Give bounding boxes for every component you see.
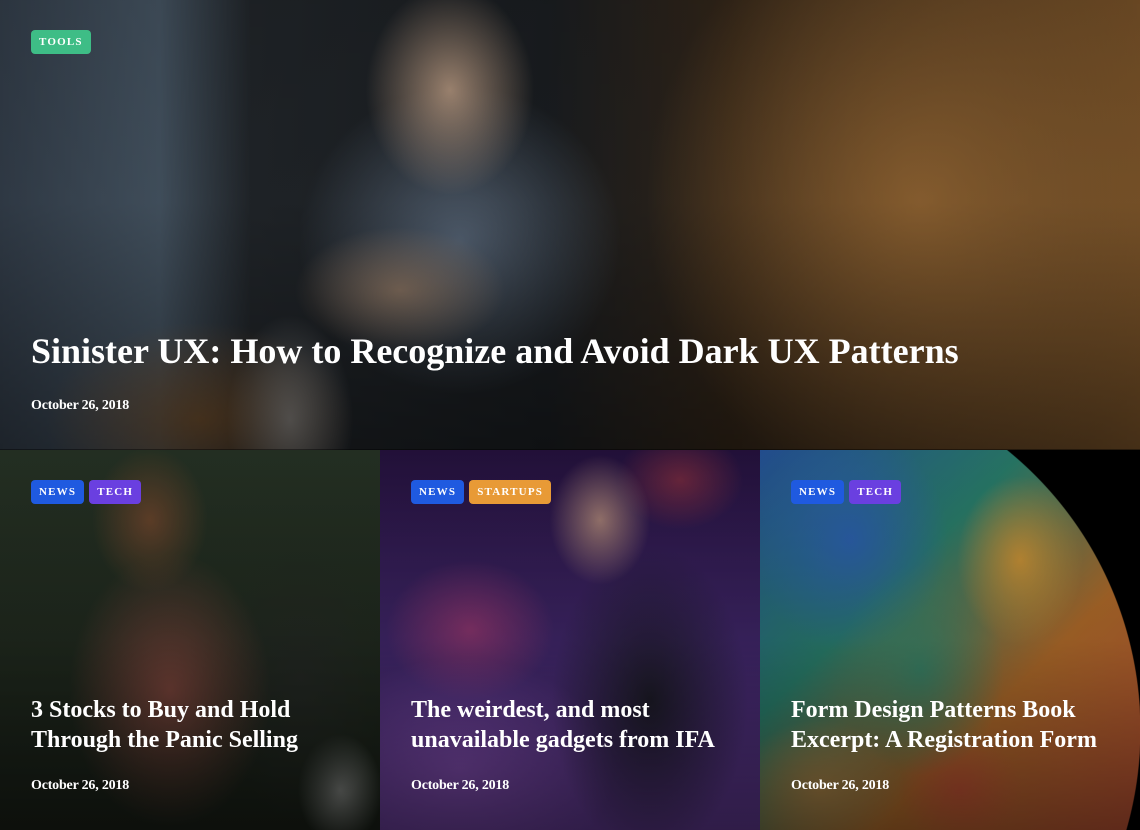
post-card[interactable]: NEWS TECH 3 Stocks to Buy and Hold Throu… — [0, 450, 380, 830]
tag-news[interactable]: NEWS — [791, 480, 845, 504]
post-title[interactable]: The weirdest, and most unavailable gadge… — [411, 695, 730, 755]
post-date: October 26, 2018 — [411, 778, 510, 793]
post-date: October 26, 2018 — [31, 398, 130, 413]
image-overlay — [380, 450, 760, 830]
image-overlay — [0, 0, 1140, 450]
post-tags: NEWS TECH — [31, 480, 142, 504]
tag-tools[interactable]: TOOLS — [31, 30, 91, 54]
post-date: October 26, 2018 — [31, 778, 130, 793]
tag-startups[interactable]: STARTUPS — [469, 480, 552, 504]
post-tags: TOOLS — [31, 30, 91, 54]
tag-news[interactable]: NEWS — [411, 480, 465, 504]
image-overlay — [760, 450, 1140, 830]
post-title[interactable]: Form Design Patterns Book Excerpt: A Reg… — [791, 695, 1110, 755]
image-overlay — [0, 450, 380, 830]
featured-post-hero[interactable]: TOOLS Sinister UX: How to Recognize and … — [0, 0, 1140, 450]
post-tags: NEWS STARTUPS — [411, 480, 552, 504]
tag-tech[interactable]: TECH — [849, 480, 902, 504]
post-card[interactable]: NEWS TECH Form Design Patterns Book Exce… — [760, 450, 1140, 830]
post-title[interactable]: Sinister UX: How to Recognize and Avoid … — [31, 328, 1110, 374]
post-date: October 26, 2018 — [791, 778, 890, 793]
tag-news[interactable]: NEWS — [31, 480, 85, 504]
post-card[interactable]: NEWS STARTUPS The weirdest, and most una… — [380, 450, 760, 830]
tag-tech[interactable]: TECH — [89, 480, 142, 504]
post-tags: NEWS TECH — [791, 480, 902, 504]
post-title[interactable]: 3 Stocks to Buy and Hold Through the Pan… — [31, 695, 350, 755]
featured-posts-grid: TOOLS Sinister UX: How to Recognize and … — [0, 0, 1140, 830]
